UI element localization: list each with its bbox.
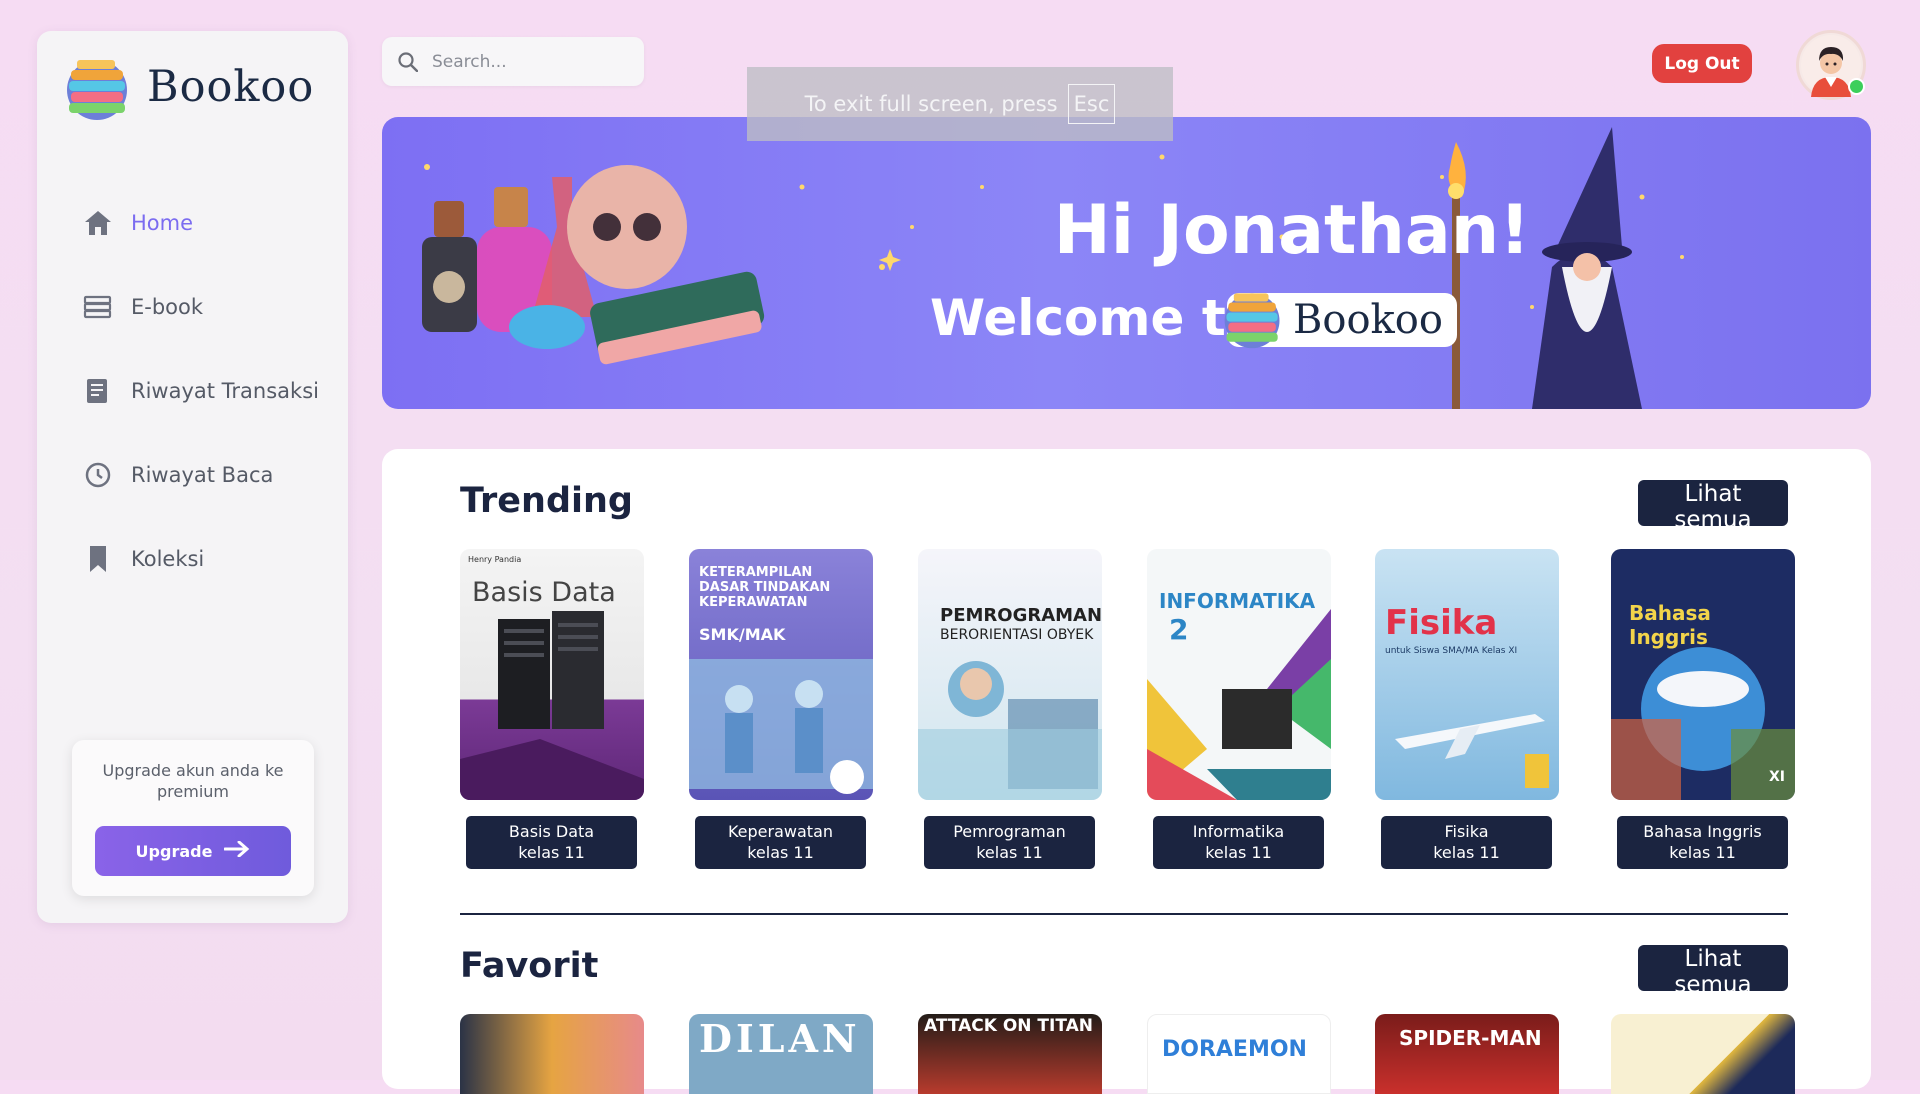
cover-subtitle: XI [1769, 769, 1786, 785]
sidebar-item-label: Riwayat Transaksi [131, 379, 319, 403]
airplane-image [1395, 714, 1549, 788]
sidebar-nav: Home E-book Riwayat Transaksi Riwayat Ba… [37, 181, 348, 601]
sidebar-item-riwayat-baca[interactable]: Riwayat Baca [37, 433, 348, 517]
book-title: Bahasa Inggris [1643, 822, 1762, 841]
favorit-cover-title: ATTACK ON TITAN [924, 1016, 1094, 1036]
sidebar-item-home[interactable]: Home [37, 181, 348, 265]
sidebar-item-label: E-book [131, 295, 204, 319]
favorit-see-all-button[interactable]: Lihat semua [1638, 945, 1788, 998]
book-label[interactable]: Pemrograman kelas 11 [924, 816, 1095, 869]
book-title: Keperawatan [727, 822, 834, 841]
book-grade: kelas 11 [1205, 843, 1272, 862]
logout-button[interactable]: Log Out [1652, 44, 1752, 83]
favorit-cover-title: SPIDER-MAN [1399, 1026, 1542, 1050]
fullscreen-notice-text: To exit full screen, press [804, 92, 1058, 116]
sidebar-item-riwayat-transaksi[interactable]: Riwayat Transaksi [37, 349, 348, 433]
welcome-banner: Hi Jonathan! Welcome to Bookoo [382, 117, 1871, 409]
book-title: Basis Data [508, 822, 595, 841]
brand-logo[interactable]: Bookoo [63, 52, 314, 122]
favorit-title: Favorit [460, 946, 599, 986]
book-cover[interactable]: KETERAMPILAN DASAR TINDAKAN KEPERAWATAN … [689, 549, 873, 800]
book-cover[interactable]: Henry Pandia Basis Data [460, 549, 644, 800]
upgrade-card: Upgrade akun anda ke premium Upgrade [72, 740, 314, 896]
trending-title: Trending [460, 481, 633, 521]
transaction-icon [83, 376, 113, 406]
book-grade: kelas 11 [518, 843, 585, 862]
book-grade: kelas 11 [1669, 843, 1736, 862]
bookmark-icon [83, 544, 113, 574]
favorit-book-cover[interactable] [1611, 1014, 1795, 1094]
sidebar-item-label: Koleksi [131, 547, 205, 571]
favorit-cover-title: DORAEMON [1162, 1037, 1307, 1062]
book-cover[interactable]: Fisika untuk Siswa SMA/MA Kelas XI [1375, 549, 1559, 800]
favorit-book-cover[interactable] [460, 1014, 644, 1094]
book-card[interactable]: Fisika untuk Siswa SMA/MA Kelas XI Fisik… [1375, 549, 1559, 869]
book-label[interactable]: Bahasa Inggris kelas 11 [1617, 816, 1788, 869]
fullscreen-esc-key: Esc [1067, 84, 1116, 124]
book-card[interactable]: Bahasa Inggris XI Bahasa Inggris kelas 1… [1611, 549, 1795, 869]
book-label[interactable]: Informatika kelas 11 [1153, 816, 1324, 869]
sidebar-item-koleksi[interactable]: Koleksi [37, 517, 348, 601]
book-title: Pemrograman [953, 822, 1066, 841]
globe-collage-image [1611, 647, 1795, 800]
favorit-cover-title: DILAN [699, 1016, 861, 1061]
upgrade-button-label: Upgrade [135, 841, 213, 861]
book-label[interactable]: Fisika kelas 11 [1381, 816, 1552, 869]
upgrade-button[interactable]: Upgrade [95, 826, 291, 876]
search-icon [398, 51, 418, 72]
sidebar-item-ebook[interactable]: E-book [37, 265, 348, 349]
trending-see-all-button[interactable]: Lihat semua [1638, 480, 1788, 533]
user-avatar[interactable] [1796, 30, 1866, 100]
bookoo-logo-icon [1224, 293, 1280, 349]
favorit-book-cover[interactable]: SPIDER-MAN [1375, 1014, 1559, 1094]
banner-welcome: Welcome to [930, 289, 1261, 347]
book-card[interactable]: Henry Pandia Basis Data Basis Data kelas… [460, 549, 644, 869]
favorit-book-cover[interactable]: ATTACK ON TITAN [918, 1014, 1102, 1094]
surgery-image [689, 659, 873, 794]
book-title: Fisika [1444, 822, 1489, 841]
home-icon [83, 208, 113, 238]
book-grade: kelas 11 [747, 843, 814, 862]
circuit-image [1147, 609, 1331, 800]
sidebar: Bookoo Home E-book Riwayat Transaksi Riw… [37, 31, 348, 923]
book-label[interactable]: Keperawatan kelas 11 [695, 816, 866, 869]
sidebar-item-label: Home [131, 211, 194, 235]
history-icon [83, 460, 113, 490]
online-status-dot [1848, 78, 1865, 95]
brand-name: Bookoo [147, 62, 315, 112]
book-cover[interactable]: Bahasa Inggris XI [1611, 549, 1795, 800]
banner-brand-name: Bookoo [1293, 297, 1443, 343]
arrow-right-icon [223, 840, 250, 861]
bookoo-logo-icon [63, 52, 133, 122]
book-card[interactable]: INFORMATIKA 2 Informatika kelas 11 [1147, 549, 1331, 869]
content-card: Trending Lihat semua Henry Pandia Basis … [382, 449, 1871, 1094]
book-cover[interactable]: PEMROGRAMAN BERORIENTASI OBYEK [918, 549, 1102, 800]
book-label[interactable]: Basis Data kelas 11 [466, 816, 637, 869]
fullscreen-notice: To exit full screen, press Esc [747, 67, 1173, 141]
server-rack-image [460, 611, 644, 800]
book-cover[interactable]: INFORMATIKA 2 [1147, 549, 1331, 800]
banner-brand: Bookoo [1224, 293, 1457, 349]
section-divider [460, 913, 1788, 915]
programmer-image [918, 661, 1102, 800]
upgrade-text: Upgrade akun anda ke premium [102, 761, 284, 801]
book-grade: kelas 11 [976, 843, 1043, 862]
book-card[interactable]: KETERAMPILAN DASAR TINDAKAN KEPERAWATAN … [689, 549, 873, 869]
banner-greeting: Hi Jonathan! [1053, 191, 1531, 270]
sidebar-item-label: Riwayat Baca [131, 463, 274, 487]
favorit-book-cover[interactable]: DILAN [689, 1014, 873, 1094]
favorit-book-cover[interactable]: DORAEMON [1147, 1014, 1331, 1094]
search-bar [382, 37, 644, 86]
books-icon [83, 292, 113, 322]
book-title: Informatika [1192, 822, 1285, 841]
book-grade: kelas 11 [1433, 843, 1500, 862]
search-input[interactable] [430, 50, 624, 73]
book-card[interactable]: PEMROGRAMAN BERORIENTASI OBYEK Pemrogram… [918, 549, 1102, 869]
